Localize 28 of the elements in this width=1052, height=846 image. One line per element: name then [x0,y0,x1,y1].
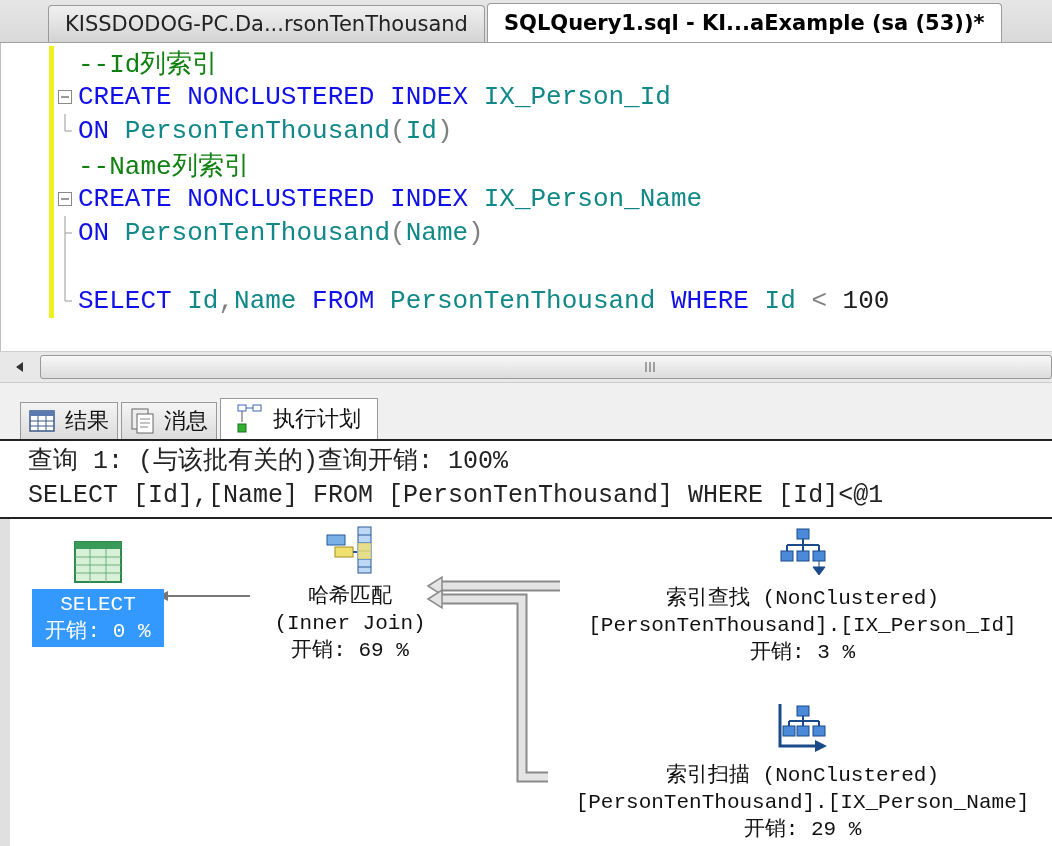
tree-down-arrow-icon [778,527,827,577]
result-tab[interactable]: 结果 [20,402,118,439]
collapse-icon[interactable] [58,192,72,206]
scrollbar-thumb[interactable] [40,355,1052,379]
code-line: SELECT Id,Name FROM PersonTenThousand WHERE Id < 100 [77,286,890,316]
query-header-text: 查询 1: (与该批有关的)查询开销: 100% [28,446,510,478]
table-icon [74,541,122,583]
result-tab[interactable]: 消息 [121,402,217,439]
code-line: ON PersonTenThousand(Id) [77,116,453,146]
code-line: ON PersonTenThousand(Name) [77,218,484,248]
result-tab[interactable]: 执行计划 [220,398,378,439]
grid-icon [29,410,55,432]
document-icon [130,408,154,434]
document-tab[interactable]: SQLQuery1.sql - KI...aExample (sa (53))* [486,3,1002,42]
plan-icon [237,404,263,434]
plan-node-label[interactable]: 索引扫描 (NonClustered) [PersonTenThousand].[IX_Person_Name] 开销: 29 % [571,760,1034,845]
code-line: --Name列索引 [77,150,250,183]
plan-node-label[interactable]: 索引查找 (NonClustered) [PersonTenThousand].[IX_Person_Id] 开销: 3 % [584,583,1021,668]
query-header-text: SELECT [Id],[Name] FROM [PersonTenThousand] WHERE [Id]<@1 [28,480,885,512]
hash-match-icon [325,525,375,575]
plan-node-label[interactable]: 哈希匹配 (Inner Join) 开销: 69 % [270,581,430,666]
code-line: CREATE NONCLUSTERED INDEX IX_Person_Name [77,184,703,214]
tree-scan-icon [776,702,829,754]
collapse-icon[interactable] [58,90,72,104]
left-arrow-icon [16,362,24,372]
code-line: CREATE NONCLUSTERED INDEX IX_Person_Id [77,82,671,112]
document-tab[interactable]: KISSDODOG-PC.Da...rsonTenThousand [48,5,485,42]
code-line: --Id列索引 [77,48,219,81]
